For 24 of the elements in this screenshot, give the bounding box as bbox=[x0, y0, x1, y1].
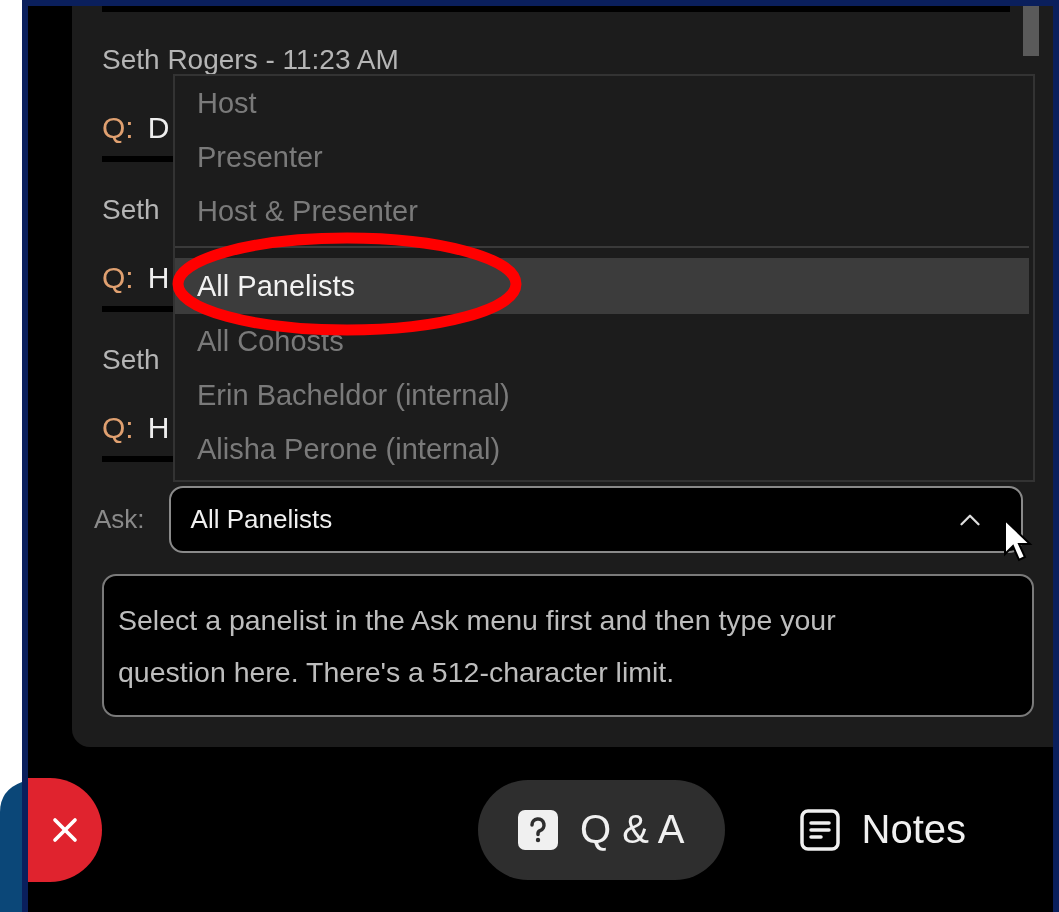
question-marker: Q: bbox=[102, 260, 134, 296]
question-text: H bbox=[147, 260, 170, 296]
question-author: Seth Rogers - 11:23 AM bbox=[102, 43, 399, 77]
menu-item[interactable]: Erin Bacheldor (internal) bbox=[175, 368, 1029, 422]
ask-label: Ask: bbox=[94, 504, 145, 535]
question-marker: Q: bbox=[102, 410, 134, 446]
help-icon bbox=[518, 809, 558, 850]
menu-item[interactable]: All Panelists bbox=[175, 258, 1029, 314]
question-author: Seth bbox=[102, 193, 160, 227]
notes-icon bbox=[799, 808, 840, 851]
question-marker: Q: bbox=[102, 110, 134, 146]
question-text: H bbox=[147, 410, 170, 446]
question-author: Seth bbox=[102, 343, 160, 377]
menu-item[interactable]: All Cohosts bbox=[175, 314, 1029, 368]
question-field[interactable]: Select a panelist in the Ask menu first and then type your question here. There's a 512-character limit. bbox=[102, 574, 1034, 717]
scrollbar-thumb[interactable] bbox=[1023, 6, 1039, 56]
close-button[interactable] bbox=[28, 777, 102, 882]
question-text: D bbox=[147, 110, 170, 146]
menu-item[interactable]: Alisha Perone (internal) bbox=[175, 422, 1029, 476]
qa-button[interactable]: Q & A bbox=[478, 779, 725, 880]
menu-item[interactable]: Host & Presenter bbox=[175, 184, 1029, 238]
menu-item[interactable]: Host bbox=[175, 76, 1029, 130]
menu-item[interactable]: Presenter bbox=[175, 130, 1029, 184]
notes-button[interactable]: Notes bbox=[759, 779, 1006, 880]
